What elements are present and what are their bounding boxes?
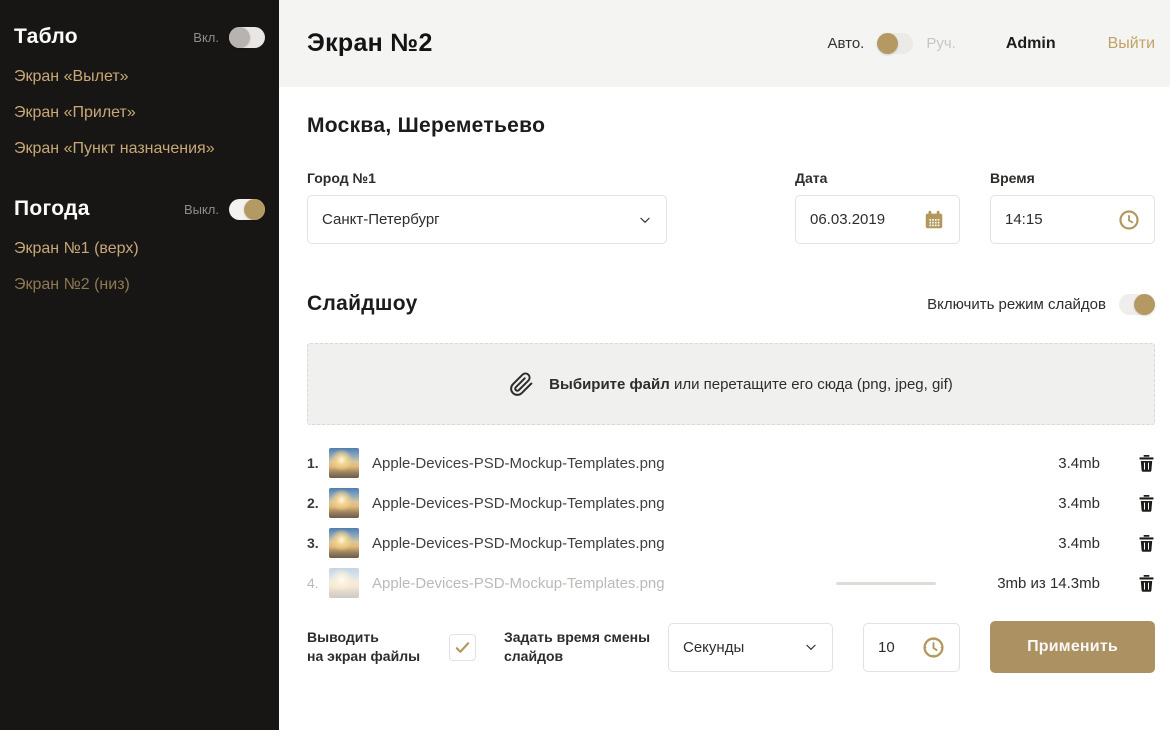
file-row-1: 1. Apple-Devices-PSD-Mockup-Templates.pn… xyxy=(307,443,1155,483)
sidebar-item-destination-screen[interactable]: Экран «Пункт назначения» xyxy=(14,141,265,157)
upload-progress-bar xyxy=(836,582,936,585)
sidebar-section-board: Табло Вкл. xyxy=(14,25,265,49)
weather-section-title: Погода xyxy=(14,197,90,221)
user-menu[interactable]: Admin xyxy=(1006,35,1056,53)
auto-manual-toggle-knob xyxy=(877,33,898,54)
file-row-2: 2. Apple-Devices-PSD-Mockup-Templates.pn… xyxy=(307,483,1155,523)
weather-toggle-label: Выкл. xyxy=(184,202,219,217)
sidebar-item-departure-screen[interactable]: Экран «Вылет» xyxy=(14,69,265,85)
topbar-right: Авто. Руч. Admin Выйти xyxy=(827,33,1155,54)
board-toggle-label: Вкл. xyxy=(193,30,219,45)
interval-unit-select[interactable]: Секунды xyxy=(668,623,833,672)
time-field: Время xyxy=(990,170,1155,244)
weather-toggle[interactable] xyxy=(229,199,265,220)
apply-button[interactable]: Применить xyxy=(990,621,1155,673)
sidebar-item-arrival-screen[interactable]: Экран «Прилет» xyxy=(14,105,265,121)
file-thumbnail xyxy=(329,448,359,478)
weather-toggle-knob xyxy=(244,199,265,220)
trash-icon[interactable] xyxy=(1139,575,1155,592)
file-name: Apple-Devices-PSD-Mockup-Templates.png xyxy=(372,575,836,592)
city-label: Город №1 xyxy=(307,170,667,186)
slideshow-toggle-wrap: Включить режим слайдов xyxy=(927,294,1155,315)
time-label: Время xyxy=(990,170,1155,186)
interval-value-wrap xyxy=(863,623,960,672)
topbar: Экран №2 Авто. Руч. Admin Выйти xyxy=(279,0,1170,87)
file-row-4-uploading: 4. Apple-Devices-PSD-Mockup-Templates.pn… xyxy=(307,563,1155,603)
file-size: 3.4mb xyxy=(960,455,1100,472)
main-area: Экран №2 Авто. Руч. Admin Выйти Москва, … xyxy=(279,0,1170,730)
file-dropzone[interactable]: Выбирите файл или перетащите его сюда (p… xyxy=(307,343,1155,425)
date-label: Дата xyxy=(795,170,960,186)
slideshow-toggle[interactable] xyxy=(1119,294,1155,315)
auto-manual-toggle[interactable] xyxy=(877,33,913,54)
file-number: 1. xyxy=(307,455,329,471)
city-select-value: Санкт-Петербург xyxy=(322,211,440,228)
check-icon xyxy=(454,639,471,656)
dropzone-action-text: Выбирите файл xyxy=(549,376,670,393)
slideshow-footer: Выводить на экран файлы Задать время сме… xyxy=(307,621,1155,673)
interval-value-input[interactable] xyxy=(878,639,922,656)
display-files-checkbox[interactable] xyxy=(449,634,476,661)
auto-mode-label: Авто. xyxy=(827,35,864,52)
calendar-icon[interactable] xyxy=(923,209,945,231)
weather-toggle-wrap: Выкл. xyxy=(184,199,265,220)
file-number: 2. xyxy=(307,495,329,511)
display-files-label: Выводить на экран файлы xyxy=(307,628,449,666)
content: Москва, Шереметьево Город №1 Санкт-Петер… xyxy=(279,87,1170,730)
slideshow-section-header: Слайдшоу Включить режим слайдов xyxy=(307,292,1155,316)
slideshow-toggle-knob xyxy=(1134,294,1155,315)
page-title: Экран №2 xyxy=(307,29,433,58)
time-input[interactable] xyxy=(1005,211,1118,228)
timer-clock-icon[interactable] xyxy=(922,636,945,659)
manual-mode-label: Руч. xyxy=(926,35,956,52)
file-thumbnail xyxy=(329,528,359,558)
file-name: Apple-Devices-PSD-Mockup-Templates.png xyxy=(372,535,960,552)
sidebar-section-weather: Погода Выкл. xyxy=(14,197,265,221)
time-input-wrap xyxy=(990,195,1155,244)
trash-icon[interactable] xyxy=(1139,535,1155,552)
upload-progress-text: 3mb из 14.3mb xyxy=(960,575,1100,592)
board-toggle-wrap: Вкл. xyxy=(193,27,265,48)
trash-icon[interactable] xyxy=(1139,495,1155,512)
slideshow-title: Слайдшоу xyxy=(307,292,418,316)
paperclip-icon xyxy=(509,372,534,397)
board-toggle[interactable] xyxy=(229,27,265,48)
date-input[interactable] xyxy=(810,211,923,228)
fields-spacer xyxy=(667,170,795,244)
location-fields-row: Город №1 Санкт-Петербург Дата xyxy=(307,170,1155,244)
city-field: Город №1 Санкт-Петербург xyxy=(307,170,667,244)
file-row-3: 3. Apple-Devices-PSD-Mockup-Templates.pn… xyxy=(307,523,1155,563)
clock-icon[interactable] xyxy=(1118,209,1140,231)
chevron-down-icon xyxy=(804,640,818,654)
file-name: Apple-Devices-PSD-Mockup-Templates.png xyxy=(372,495,960,512)
sidebar: Табло Вкл. Экран «Вылет» Экран «Прилет» … xyxy=(0,0,279,730)
slide-interval-label: Задать время смены слайдов xyxy=(504,628,668,666)
location-title: Москва, Шереметьево xyxy=(307,114,1155,138)
file-size: 3.4mb xyxy=(960,535,1100,552)
file-list: 1. Apple-Devices-PSD-Mockup-Templates.pn… xyxy=(307,443,1155,603)
sidebar-item-weather-screen-2[interactable]: Экран №2 (низ) xyxy=(14,277,265,293)
city-select[interactable]: Санкт-Петербург xyxy=(307,195,667,244)
interval-unit-value: Секунды xyxy=(683,639,744,656)
date-input-wrap xyxy=(795,195,960,244)
chevron-down-icon xyxy=(638,213,652,227)
file-number: 3. xyxy=(307,535,329,551)
logout-link[interactable]: Выйти xyxy=(1108,35,1155,53)
board-toggle-knob xyxy=(229,27,250,48)
date-field: Дата xyxy=(795,170,960,244)
board-section-title: Табло xyxy=(14,25,78,49)
file-thumbnail xyxy=(329,488,359,518)
sidebar-item-weather-screen-1[interactable]: Экран №1 (верх) xyxy=(14,241,265,257)
file-thumbnail xyxy=(329,568,359,598)
dropzone-text: Выбирите файл или перетащите его сюда (p… xyxy=(549,376,953,393)
file-number: 4. xyxy=(307,575,329,591)
trash-icon[interactable] xyxy=(1139,455,1155,472)
file-name: Apple-Devices-PSD-Mockup-Templates.png xyxy=(372,455,960,472)
dropzone-hint-text: или перетащите его сюда (png, jpeg, gif) xyxy=(674,376,953,393)
slideshow-toggle-label: Включить режим слайдов xyxy=(927,296,1106,313)
file-size: 3.4mb xyxy=(960,495,1100,512)
